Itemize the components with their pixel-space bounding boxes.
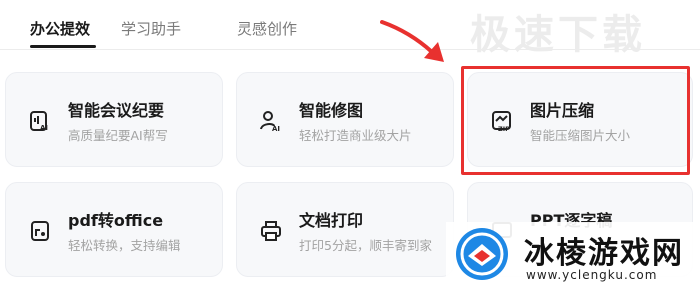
card-subtitle: 轻松打造商业级大片 [299, 128, 412, 143]
card-title: 智能修图 [299, 101, 364, 120]
tool-card-document-print[interactable]: 文档打印 打印5分起，顺丰寄到家 [236, 182, 454, 277]
active-tab-indicator [30, 45, 96, 48]
user-ai-icon: AI [260, 111, 280, 133]
tab-office-efficiency[interactable]: 办公提效 [30, 18, 90, 39]
card-title: 文档打印 [299, 211, 364, 230]
highlight-box [461, 66, 690, 175]
printer-icon [261, 221, 281, 241]
tool-card-meeting-minutes[interactable]: AI 智能会议纪要 高质量纪要AI帮写 [5, 72, 223, 167]
card-subtitle: 轻松转换，支持编辑 [68, 238, 181, 253]
logo-name: 冰棱游戏网 [524, 236, 684, 271]
tab-bar: 办公提效 学习助手 灵感创作 极速下载 [0, 0, 700, 58]
logo-url: www.yclengku.com [526, 268, 658, 282]
logo-emblem-icon [456, 228, 508, 280]
meeting-ai-icon: AI [30, 111, 48, 132]
card-title: 智能会议纪要 [68, 101, 165, 120]
watermark-text: 极速下载 [470, 12, 646, 58]
tool-card-pdf-to-office[interactable]: pdf转office 轻松转换，支持编辑 [5, 182, 223, 277]
tab-study-assistant[interactable]: 学习助手 [121, 18, 181, 39]
red-arrow-annotation [380, 20, 444, 62]
site-watermark-logo: 冰棱游戏网 www.yclengku.com [446, 222, 700, 288]
svg-text:AI: AI [40, 124, 48, 132]
tab-creative-inspiration[interactable]: 灵感创作 [237, 18, 297, 39]
card-subtitle: 打印5分起，顺丰寄到家 [299, 238, 432, 253]
card-title: pdf转office [68, 211, 164, 230]
pdf-convert-icon [31, 221, 49, 241]
card-subtitle: 高质量纪要AI帮写 [68, 128, 168, 143]
svg-text:AI: AI [272, 125, 280, 133]
tool-card-smart-retouch[interactable]: AI 智能修图 轻松打造商业级大片 [236, 72, 454, 167]
